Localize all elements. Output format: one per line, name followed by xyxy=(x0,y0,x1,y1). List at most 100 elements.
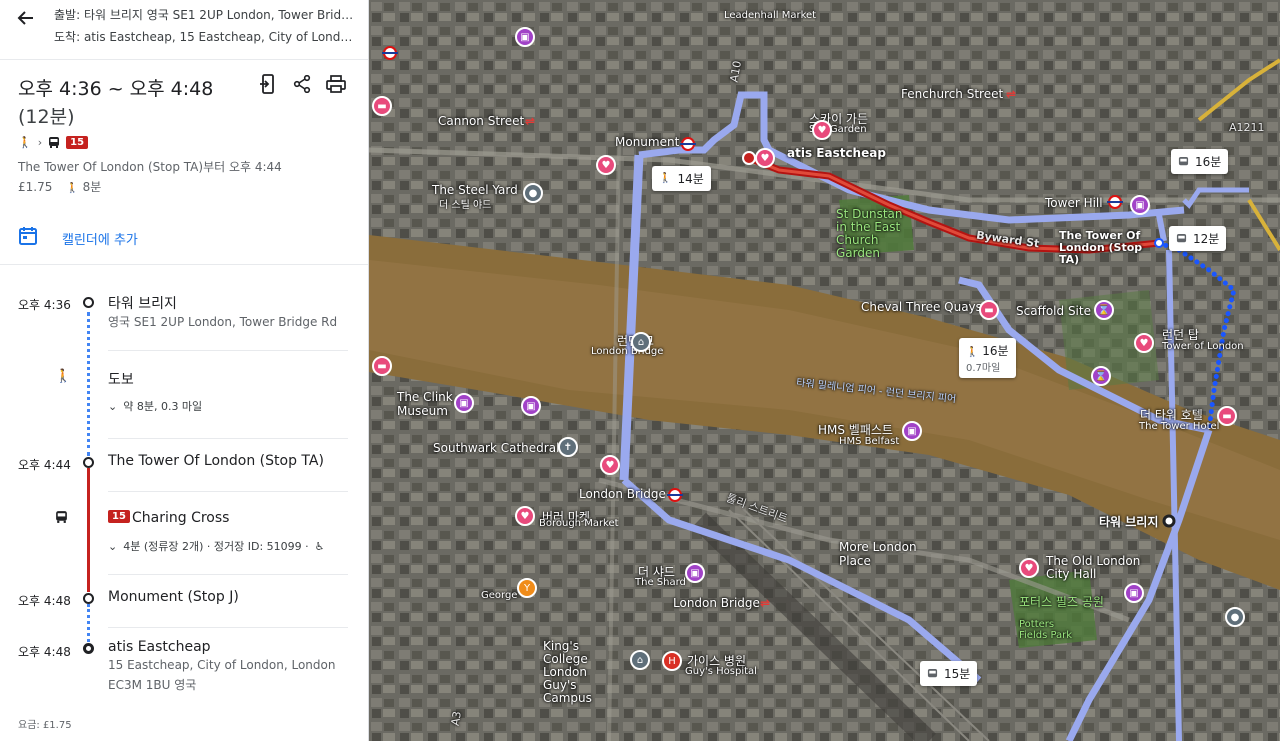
attraction-pin-hms[interactable]: ▣ xyxy=(902,421,922,441)
attraction-pin[interactable]: ▣ xyxy=(515,27,535,47)
bus-details-toggle[interactable]: ⌄ 4분 (정류장 2개) · 정거장 ID: 51099 · ♿ xyxy=(108,538,325,554)
map-label-londonbridge[interactable]: London Bridge xyxy=(591,346,663,357)
walk-label: 도보 xyxy=(108,372,134,388)
map-label-stdunstan[interactable]: St Dunstan in the East Church Garden xyxy=(836,208,906,260)
rail-icon-londonbridge[interactable]: ⇌ xyxy=(760,596,770,610)
map-label-steelyard[interactable]: The Steel Yard xyxy=(432,183,518,197)
favorite-pin-borough[interactable]: ♥ xyxy=(515,506,535,526)
map-label-lb-station[interactable]: London Bridge xyxy=(673,596,760,610)
walk-path-line xyxy=(87,604,90,642)
place-pin-steelyard[interactable]: ● xyxy=(523,183,543,203)
attraction-pin[interactable]: ⌛ xyxy=(1091,366,1111,386)
bridge-pin[interactable]: ⌂ xyxy=(631,332,651,352)
back-button[interactable] xyxy=(12,4,40,32)
map-label-towerhill[interactable]: Tower Hill xyxy=(1045,196,1103,210)
share-button[interactable] xyxy=(292,74,312,94)
route-badge-bus-15[interactable]: 15분 xyxy=(920,661,978,686)
map-label-potters-ko[interactable]: 포터스 필즈 공원 xyxy=(1019,593,1104,610)
underground-icon-monument[interactable] xyxy=(680,137,696,151)
map-label-potters[interactable]: Potters Fields Park xyxy=(1019,619,1079,641)
favorite-pin-atis[interactable]: ♥ xyxy=(755,148,775,168)
map-label-tower[interactable]: Tower of London xyxy=(1162,341,1244,352)
map-label-kings[interactable]: King's College London Guy's Campus xyxy=(543,640,623,705)
map-label-morelondon[interactable]: More London Place xyxy=(839,540,919,568)
route-badge-walk-16[interactable]: 🚶 16분 0.7마일 xyxy=(959,338,1016,378)
map-label-atis[interactable]: atis Eastcheap xyxy=(787,146,886,160)
favorite-pin-skygarden[interactable]: ♥ xyxy=(812,120,832,140)
bus-icon xyxy=(1176,233,1187,242)
underground-icon-towerhill[interactable] xyxy=(1107,195,1123,209)
map-label-towerbridge[interactable]: 타워 브리지 xyxy=(1099,513,1158,530)
walk-icon: 🚶 xyxy=(18,136,32,149)
attraction-pin-scaffold[interactable]: ⌛ xyxy=(1094,300,1114,320)
map-label-hms[interactable]: HMS Belfast xyxy=(839,436,899,447)
trip-time-range: 오후 4:36 ~ 오후 4:48 xyxy=(18,78,214,100)
walk-icon: 🚶 xyxy=(659,173,672,184)
favorite-pin-oldlondon[interactable]: ♥ xyxy=(1019,558,1039,578)
map-label-southwark[interactable]: Southwark Cathedral xyxy=(433,441,559,455)
wheelchair-icon: ♿ xyxy=(314,539,325,553)
route-badge-walk-14[interactable]: 🚶 14분 xyxy=(652,166,711,191)
map-label-steelyard-ko[interactable]: 더 스틸 야드 xyxy=(439,196,491,211)
attraction-pin-towerhill[interactable]: ▣ xyxy=(1130,195,1150,215)
send-to-phone-icon xyxy=(260,74,274,94)
destination-text[interactable]: 도착: atis Eastcheap, 15 Eastcheap, City o… xyxy=(54,28,354,45)
attraction-pin[interactable]: ▣ xyxy=(521,396,541,416)
print-button[interactable] xyxy=(326,74,346,94)
underground-icon-londonbridge[interactable] xyxy=(667,488,683,502)
map-label-leadenhall[interactable]: Leadenhall Market xyxy=(724,10,816,21)
step-alighting-stop[interactable]: Monument (Stop J) xyxy=(108,589,239,605)
map-label-oldlondon[interactable]: The Old London City Hall xyxy=(1046,555,1146,581)
route-badge-bus-12[interactable]: 12분 xyxy=(1169,226,1227,251)
chevron-right-icon: › xyxy=(37,136,43,149)
route-badge-distance: 0.7마일 xyxy=(966,363,1001,374)
bar-pin-george[interactable]: Y xyxy=(517,578,537,598)
map-label-george[interactable]: George xyxy=(481,590,517,601)
map-label-fenchurch[interactable]: Fenchurch Street xyxy=(901,87,1003,101)
map-label-cannon[interactable]: Cannon Street xyxy=(438,114,524,128)
bus-route-badge: 15 xyxy=(66,136,89,149)
walk-details-toggle[interactable]: ⌄ 약 8분, 0.3 마일 xyxy=(108,398,202,414)
origin-text[interactable]: 출발: 타워 브리지 영국 SE1 2UP London, Tower Brid… xyxy=(54,6,354,23)
route-badge-time: 14분 xyxy=(677,172,704,186)
map-label-scaffold[interactable]: Scaffold Site xyxy=(1016,304,1091,318)
step-destination-name[interactable]: atis Eastcheap xyxy=(108,639,211,655)
step-boarding-stop[interactable]: The Tower Of London (Stop TA) xyxy=(108,453,324,469)
step-origin-name[interactable]: 타워 브리지 xyxy=(108,293,177,313)
place-pin-kings[interactable]: ⌂ xyxy=(630,650,650,670)
favorite-pin[interactable]: ♥ xyxy=(596,155,616,175)
map-label-towerhotel[interactable]: The Tower Hotel xyxy=(1139,421,1219,432)
map-label-clink[interactable]: The Clink Museum xyxy=(397,390,457,418)
hotel-pin-towerhotel[interactable]: ▬ xyxy=(1217,406,1237,426)
divider xyxy=(108,438,348,439)
hotel-pin[interactable]: ▬ xyxy=(372,96,392,116)
favorite-pin-tower[interactable]: ♥ xyxy=(1134,333,1154,353)
place-pin[interactable]: ● xyxy=(1225,607,1245,627)
map-label-guys[interactable]: Guy's Hospital xyxy=(685,666,757,677)
attraction-pin-shard[interactable]: ▣ xyxy=(685,563,705,583)
route-badge-bus-16[interactable]: 16분 xyxy=(1171,149,1229,174)
hotel-pin[interactable]: ▬ xyxy=(372,356,392,376)
attraction-pin-clink[interactable]: ▣ xyxy=(454,393,474,413)
walk-icon: 🚶 xyxy=(66,183,79,194)
map-label-stop-ta[interactable]: The Tower Of London (Stop TA) xyxy=(1059,230,1159,266)
rail-icon-cannon[interactable]: ⇌ xyxy=(525,114,535,128)
add-to-calendar-button[interactable]: 캘린더에 추가 xyxy=(0,210,368,265)
rail-icon-fenchurch[interactable]: ⇌ xyxy=(1006,87,1016,101)
send-to-phone-button[interactable] xyxy=(258,74,278,94)
attraction-pin[interactable]: ▣ xyxy=(1124,583,1144,603)
map-label-monument[interactable]: Monument xyxy=(615,135,679,149)
hospital-pin-guys[interactable]: H xyxy=(662,651,682,671)
place-pin-southwark[interactable]: ✝ xyxy=(558,437,578,457)
favorite-pin[interactable]: ♥ xyxy=(600,455,620,475)
map-label-cheval[interactable]: Cheval Three Quays xyxy=(861,300,982,314)
hotel-pin-cheval[interactable]: ▬ xyxy=(979,300,999,320)
map-label-shard[interactable]: The Shard xyxy=(635,577,686,588)
map-label-borough[interactable]: Borough Market xyxy=(539,518,619,529)
map-view[interactable]: Leadenhall Market Fenchurch Street Canno… xyxy=(369,0,1280,741)
step-time: 오후 4:44 xyxy=(18,458,71,472)
bus-direction: Charing Cross xyxy=(132,510,230,526)
underground-icon[interactable] xyxy=(382,46,398,60)
route-header: 출발: 타워 브리지 영국 SE1 2UP London, Tower Brid… xyxy=(0,0,368,60)
map-label-lb-street[interactable]: London Bridge xyxy=(579,487,666,501)
